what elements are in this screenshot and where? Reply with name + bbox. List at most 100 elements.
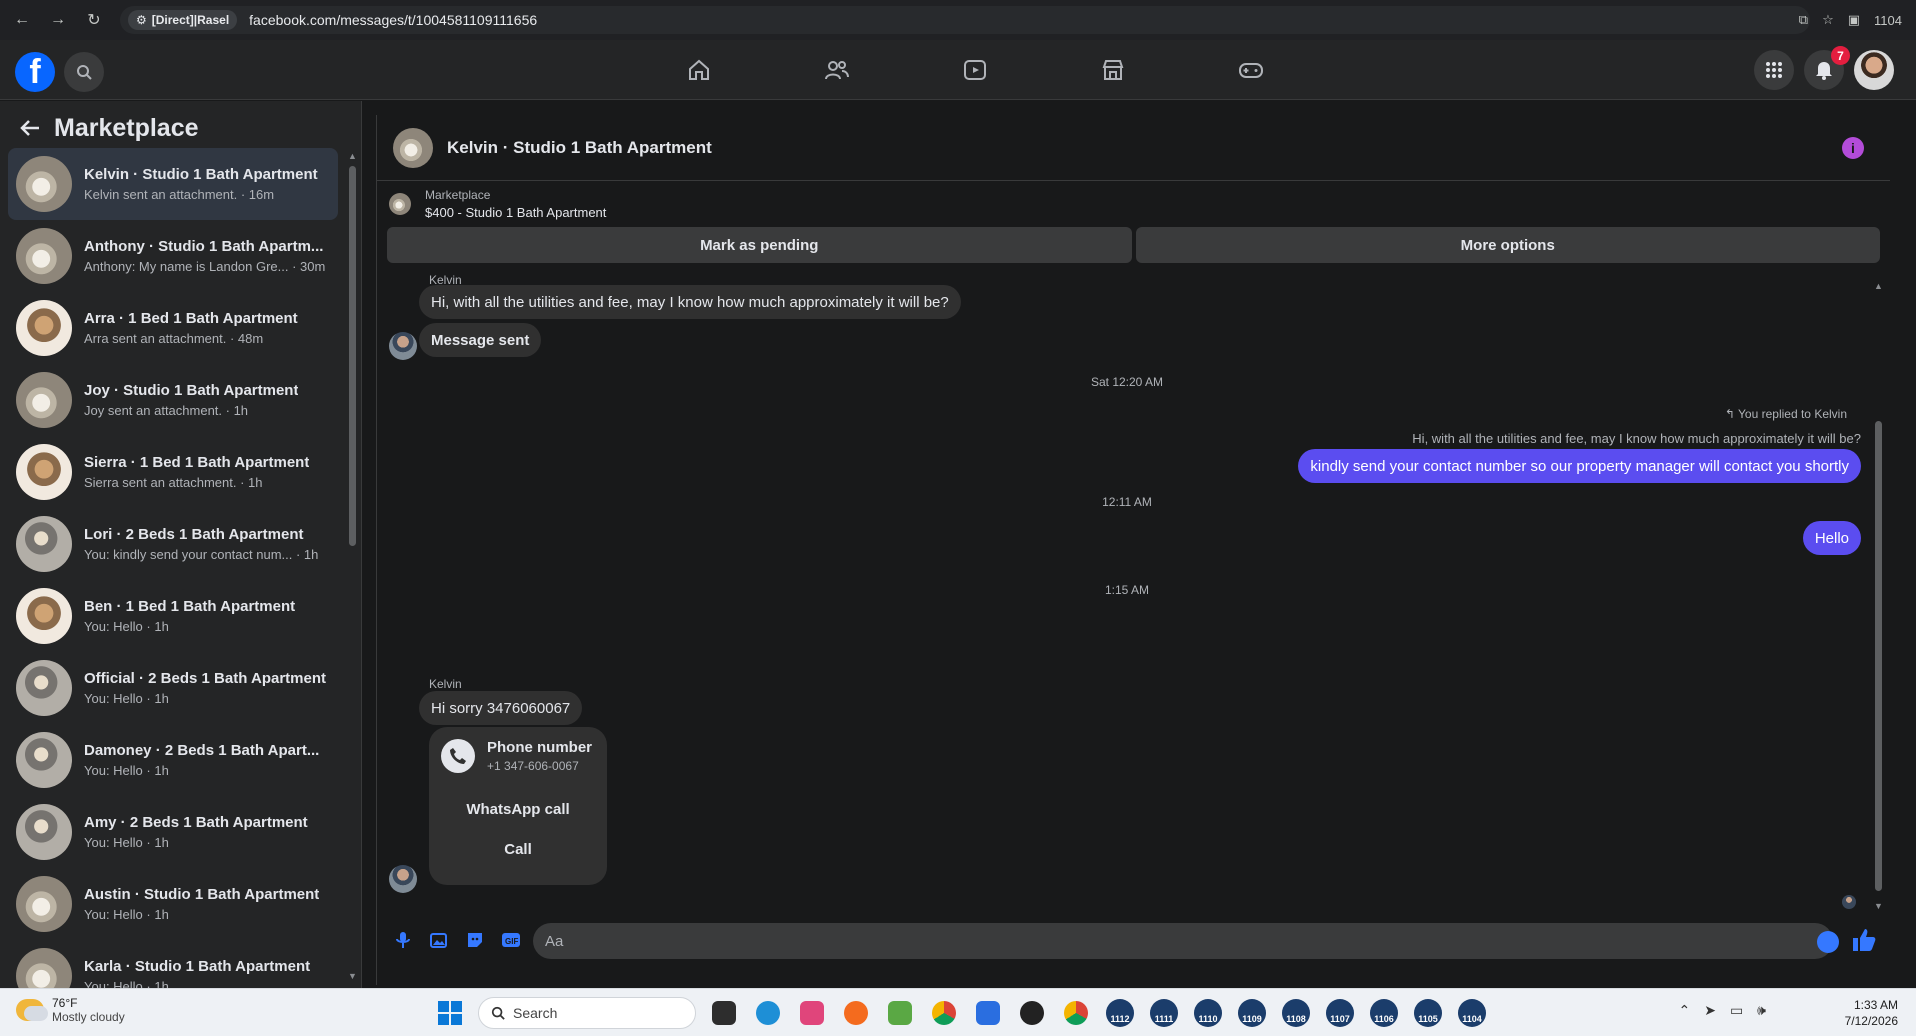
firefox-icon[interactable]	[838, 997, 874, 1029]
browser-profile-icon[interactable]: 1108	[1278, 997, 1314, 1029]
notifications-button[interactable]: 7	[1804, 46, 1850, 90]
incoming-message[interactable]: Message sent	[419, 323, 542, 357]
browser-profile-icon[interactable]: 1110	[1190, 997, 1226, 1029]
edge-icon[interactable]	[750, 997, 786, 1029]
tab-count[interactable]: 1104	[1874, 13, 1902, 28]
more-options-button[interactable]: More options	[1135, 227, 1880, 263]
microphone-icon[interactable]	[385, 922, 421, 958]
url-text[interactable]: facebook.com/messages/t/1004581109111656	[249, 12, 537, 28]
sender-avatar[interactable]	[389, 332, 417, 360]
notepad-icon[interactable]	[882, 997, 918, 1029]
conversation-item[interactable]: Lori · 2 Beds 1 Bath Apartment You: kindl…	[8, 508, 338, 580]
conversation-thumbnail	[16, 804, 72, 860]
facebook-logo-icon[interactable]: f	[15, 52, 55, 92]
conversation-preview: You: Hello · 1h	[84, 619, 169, 634]
home-tab[interactable]	[630, 40, 768, 100]
thumbs-up-icon[interactable]	[1851, 927, 1877, 953]
scroll-up-icon[interactable]: ▲	[1874, 281, 1883, 291]
conversation-item[interactable]: Anthony · Studio 1 Bath Apartm... Anthony…	[8, 220, 338, 292]
chat-title[interactable]: Kelvin · Studio 1 Bath Apartment	[447, 138, 712, 158]
listing-banner[interactable]: Marketplace $400 - Studio 1 Bath Apartme…	[377, 181, 1890, 227]
weather-widget[interactable]: 76°F Mostly cloudy	[16, 996, 125, 1024]
conversation-item[interactable]: Austin · Studio 1 Bath Apartment You: Hel…	[8, 868, 338, 940]
message-input[interactable]: Aa	[533, 923, 1833, 959]
chevron-up-icon[interactable]: ⌃	[1678, 1002, 1690, 1019]
outgoing-message[interactable]: Hello	[1802, 521, 1861, 555]
gif-icon[interactable]: GIF	[493, 922, 529, 958]
profile-badge-label: 1106	[1370, 999, 1398, 1027]
back-icon[interactable]: ←	[8, 6, 36, 34]
conversation-item[interactable]: Kelvin · Studio 1 Bath Apartment Kelvin s…	[8, 148, 338, 220]
quoted-message[interactable]: Hi, with all the utilities and fee, may …	[1412, 431, 1861, 446]
taskbar-search[interactable]: Search	[478, 997, 696, 1029]
video-tab[interactable]	[906, 40, 1044, 100]
photo-icon[interactable]	[421, 922, 457, 958]
conversation-item[interactable]: Official · 2 Beds 1 Bath Apartment You: H…	[8, 652, 338, 724]
site-info-chip[interactable]: ⚙ [Direct]|Rasel	[128, 10, 238, 30]
reload-icon[interactable]: ↻	[80, 6, 108, 34]
conversation-item[interactable]: Sierra · 1 Bed 1 Bath Apartment Sierra se…	[8, 436, 338, 508]
snipping-tool-icon[interactable]	[794, 997, 830, 1029]
conversation-item[interactable]: Arra · 1 Bed 1 Bath Apartment Arra sent a…	[8, 292, 338, 364]
chat-avatar[interactable]	[393, 127, 433, 168]
chat-scrollbar[interactable]: ▲ ▼	[1874, 281, 1884, 911]
incoming-message[interactable]: Hi sorry 3476060067	[419, 691, 583, 725]
network-icon[interactable]: ▭	[1730, 1002, 1743, 1019]
install-app-icon[interactable]: ⧉	[1799, 12, 1808, 28]
browser-profile-icon[interactable]: 1104	[1454, 997, 1490, 1029]
friends-tab[interactable]	[768, 40, 906, 100]
scroll-up-icon[interactable]: ▲	[348, 151, 357, 161]
call-button[interactable]: Call	[429, 841, 607, 858]
sidebar-scrollbar[interactable]: ▲ ▼	[348, 151, 357, 981]
task-view-icon[interactable]	[706, 997, 742, 1029]
emoji-icon[interactable]	[1817, 931, 1839, 953]
conversation-item[interactable]: Ben · 1 Bed 1 Bath Apartment You: Hello ·…	[8, 580, 338, 652]
volume-icon[interactable]: 🕪	[1757, 1002, 1766, 1019]
conversation-item[interactable]: Damoney · 2 Beds 1 Bath Apart... You: Hel…	[8, 724, 338, 796]
browser-profile-icon[interactable]: 1111	[1146, 997, 1182, 1029]
clock[interactable]: 1:33 AM 7/12/2026	[1845, 997, 1898, 1029]
mark-as-pending-button[interactable]: Mark as pending	[387, 227, 1132, 263]
profile-avatar[interactable]	[1854, 50, 1894, 90]
conversation-thumbnail	[16, 588, 72, 644]
menu-button[interactable]	[1754, 50, 1794, 90]
app-s-icon[interactable]	[970, 997, 1006, 1029]
conversation-preview: You: Hello · 1h	[84, 835, 169, 850]
forward-icon[interactable]: →	[44, 6, 72, 34]
info-icon[interactable]: i	[1842, 137, 1864, 159]
phone-icon	[441, 739, 475, 773]
gaming-tab[interactable]	[1182, 40, 1320, 100]
browser-profile-icon[interactable]: 1105	[1410, 997, 1446, 1029]
conversation-preview: You: kindly send your contact num... · 1…	[84, 547, 319, 562]
conversation-item[interactable]: Joy · Studio 1 Bath Apartment Joy sent an…	[8, 364, 338, 436]
browser-profile-icon[interactable]: 1112	[1102, 997, 1138, 1029]
tab-search-icon[interactable]: ▣	[1848, 12, 1860, 28]
browser-profile-icon[interactable]: 1106	[1366, 997, 1402, 1029]
sidebar-scroll-thumb[interactable]	[349, 166, 356, 546]
system-tray: ⌃ ➤ ▭ 🕪	[1678, 1002, 1766, 1019]
sender-avatar[interactable]	[389, 865, 417, 893]
sticker-icon[interactable]	[457, 922, 493, 958]
app-x-icon[interactable]	[1014, 997, 1050, 1029]
conversation-item[interactable]: Amy · 2 Beds 1 Bath Apartment You: Hello …	[8, 796, 338, 868]
address-bar[interactable]: ⚙ [Direct]|Rasel facebook.com/messages/t…	[120, 6, 1810, 34]
conversation-title: Karla · Studio 1 Bath Apartment	[84, 958, 311, 975]
browser-profile-icon[interactable]: 1109	[1234, 997, 1270, 1029]
whatsapp-call-button[interactable]: WhatsApp call	[429, 801, 607, 818]
incoming-message[interactable]: Hi, with all the utilities and fee, may …	[419, 285, 961, 319]
back-arrow-icon[interactable]	[20, 119, 40, 137]
marketplace-tab[interactable]	[1044, 40, 1182, 100]
chat-scroll-thumb[interactable]	[1875, 421, 1882, 891]
chrome-icon[interactable]	[1058, 997, 1094, 1029]
video-icon	[964, 60, 986, 80]
conversation-item[interactable]: Karla · Studio 1 Bath Apartment You: Hell…	[8, 940, 338, 988]
outgoing-message[interactable]: kindly send your contact number so our p…	[1298, 449, 1861, 483]
scroll-down-icon[interactable]: ▼	[348, 971, 357, 981]
search-button[interactable]	[64, 52, 104, 92]
chrome-icon[interactable]	[926, 997, 962, 1029]
windows-start-icon[interactable]	[438, 1001, 462, 1025]
location-icon[interactable]: ➤	[1704, 1002, 1716, 1019]
browser-profile-icon[interactable]: 1107	[1322, 997, 1358, 1029]
scroll-down-icon[interactable]: ▼	[1874, 901, 1883, 911]
bookmark-star-icon[interactable]: ☆	[1822, 12, 1834, 28]
